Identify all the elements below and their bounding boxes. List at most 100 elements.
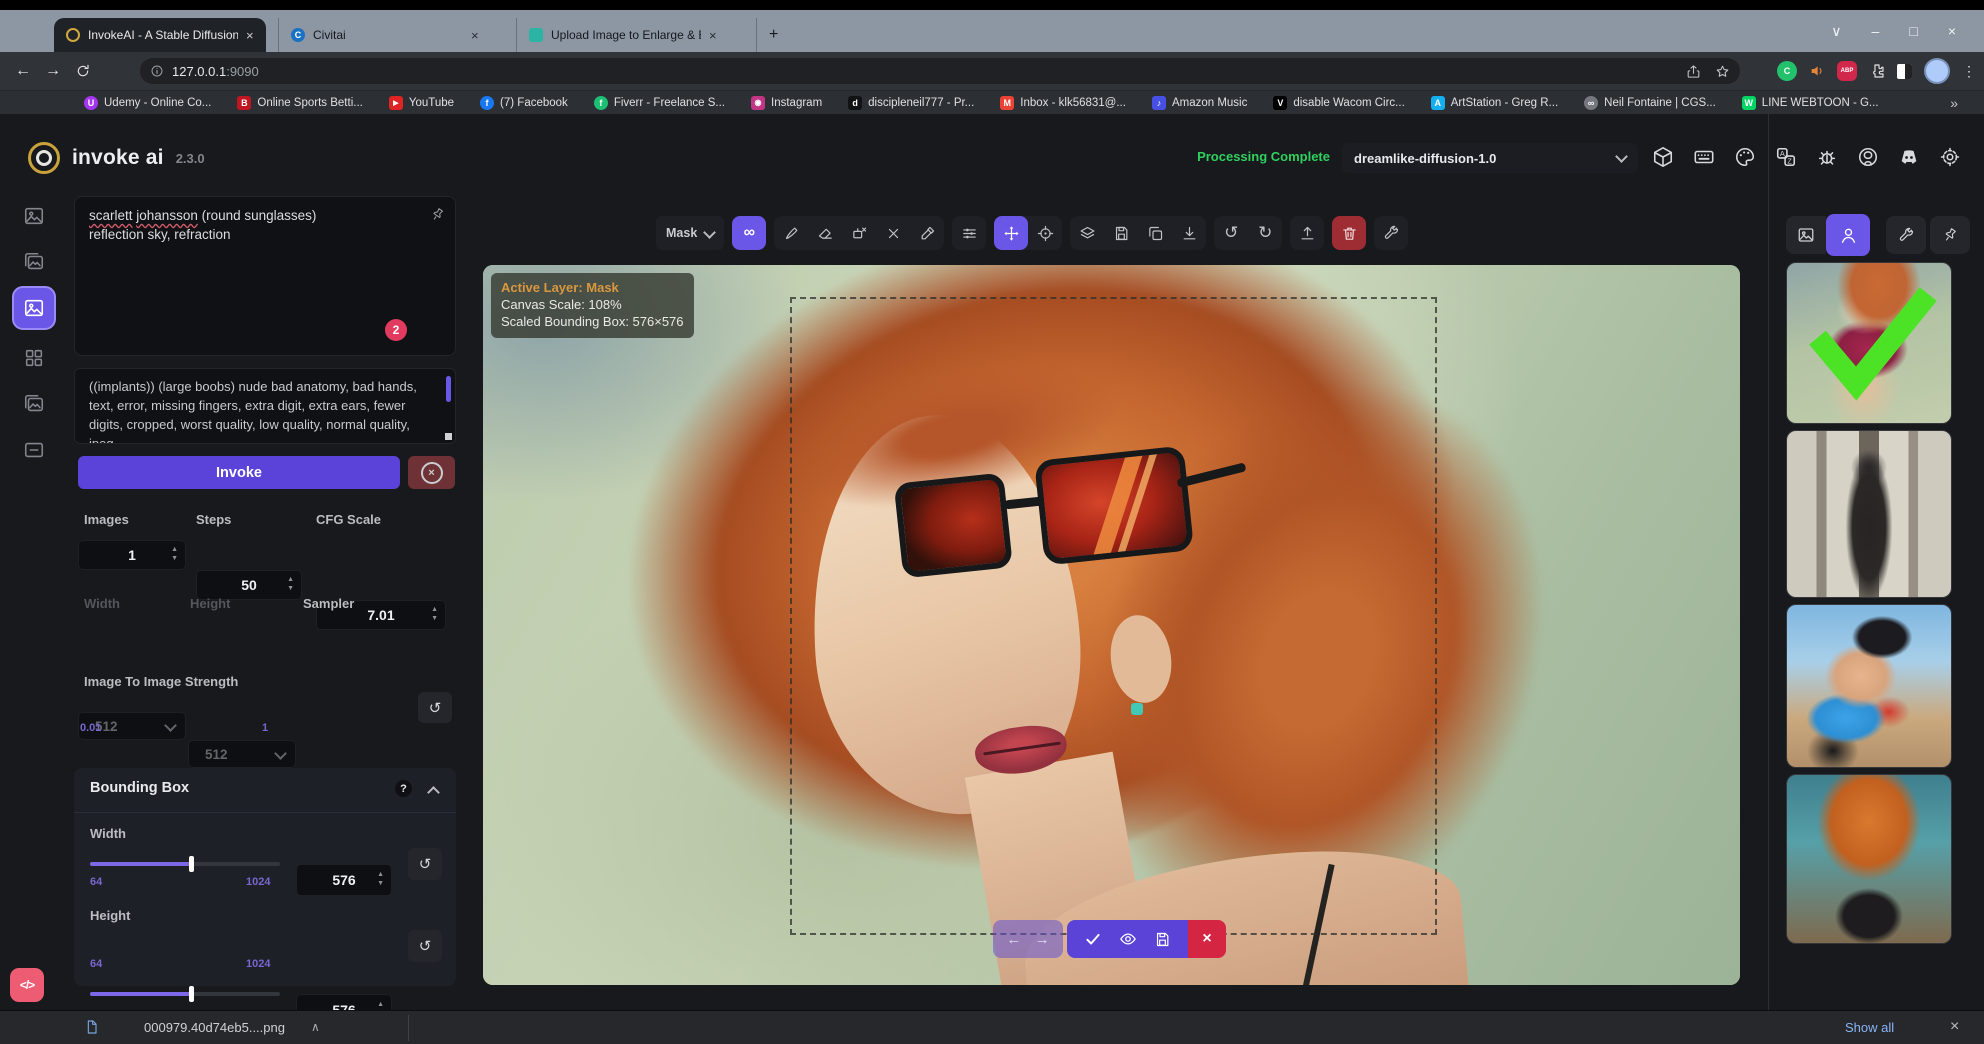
minimize-button[interactable]: – (1872, 23, 1880, 39)
invoke-button[interactable]: Invoke (78, 456, 400, 489)
brush-tool-button[interactable] (774, 216, 808, 250)
height-select[interactable]: 512 (188, 740, 296, 768)
bookmark-item[interactable]: Vdisable Wacom Circ... (1273, 96, 1404, 110)
tab-close-icon[interactable]: × (471, 28, 479, 43)
darkreader-icon[interactable] (1897, 64, 1912, 79)
bookmark-item[interactable]: ∞Neil Fontaine | CGS... (1584, 96, 1716, 110)
accept-image-button[interactable] (1084, 930, 1102, 948)
tab-invokeai[interactable]: InvokeAI - A Stable Diffusion Too × (54, 18, 266, 52)
adblock-icon[interactable]: ABP (1837, 61, 1857, 81)
bookmark-item[interactable]: ♪Amazon Music (1152, 96, 1247, 110)
stepper[interactable]: ▲▼ (431, 601, 438, 629)
merge-visible-button[interactable] (1070, 216, 1104, 250)
report-bug-icon[interactable] (1816, 146, 1838, 168)
slider-handle[interactable] (189, 986, 194, 1002)
bb-height-reset-button[interactable]: ↺ (408, 930, 442, 962)
bb-width-slider[interactable] (90, 856, 280, 872)
bounding-box-selection[interactable] (790, 297, 1437, 935)
bookmark-item[interactable]: BOnline Sports Betti... (237, 96, 362, 110)
show-hide-image-button[interactable] (1119, 930, 1137, 948)
save-staging-button[interactable] (1154, 931, 1171, 948)
tab-unified-canvas[interactable] (12, 286, 56, 330)
bookmark-item[interactable]: MInbox - klk56831@... (1000, 96, 1126, 110)
bookmark-item[interactable]: WLINE WEBTOON - G... (1742, 96, 1879, 110)
mask-options-button[interactable]: ∞ (732, 216, 766, 250)
gallery-uploads-button[interactable] (1826, 214, 1870, 256)
tab-nodes[interactable] (16, 340, 52, 376)
stepper[interactable]: ▲▼ (377, 865, 384, 895)
language-translate-icon[interactable] (1775, 146, 1797, 168)
help-icon[interactable]: ? (395, 780, 412, 797)
github-icon[interactable] (1857, 146, 1879, 168)
bookmark-item[interactable]: f(7) Facebook (480, 96, 568, 110)
clear-mask-button[interactable] (876, 216, 910, 250)
reload-button[interactable] (68, 63, 98, 79)
images-input[interactable]: 1▲▼ (78, 540, 186, 570)
tab-post-processing[interactable] (16, 386, 52, 422)
extension-icon[interactable]: C (1777, 61, 1797, 81)
pin-icon[interactable] (427, 204, 448, 225)
bb-height-slider[interactable] (90, 986, 280, 1002)
reset-view-button[interactable] (1028, 216, 1062, 250)
pin-gallery-button[interactable] (1930, 216, 1970, 254)
bb-width-reset-button[interactable]: ↺ (408, 848, 442, 880)
eraser-tool-button[interactable] (808, 216, 842, 250)
theme-palette-icon[interactable] (1734, 146, 1756, 168)
gallery-thumbnail[interactable] (1786, 604, 1952, 768)
strength-reset-button[interactable]: ↺ (418, 692, 452, 723)
discard-staging-button[interactable]: × (1188, 920, 1226, 958)
download-image-button[interactable] (1172, 216, 1206, 250)
tab-training[interactable] (16, 432, 52, 468)
new-tab-button[interactable]: + (756, 18, 790, 52)
stepper[interactable]: ▲▼ (171, 541, 178, 569)
layer-select[interactable]: Mask (656, 216, 724, 250)
bookmark-item[interactable]: ddiscipleneil777 - Pr... (848, 96, 974, 110)
discord-icon[interactable] (1898, 146, 1920, 168)
copy-to-clipboard-button[interactable] (1138, 216, 1172, 250)
gallery-thumbnail[interactable] (1786, 430, 1952, 598)
profile-avatar[interactable] (1924, 58, 1950, 84)
slider-handle[interactable] (189, 856, 194, 872)
show-all-downloads-link[interactable]: Show all (1845, 1020, 1894, 1035)
share-icon[interactable] (1686, 64, 1701, 79)
resize-handle[interactable] (445, 433, 452, 440)
tab-civitai[interactable]: C Civitai × (278, 18, 516, 52)
site-info-icon[interactable] (150, 64, 164, 78)
bb-width-input[interactable]: 576▲▼ (296, 864, 392, 896)
gallery-settings-button[interactable] (1886, 216, 1926, 254)
close-button[interactable]: × (1948, 23, 1956, 39)
close-downloads-icon[interactable]: × (1950, 1018, 1959, 1036)
previous-image-button[interactable]: ← (1006, 931, 1021, 948)
gallery-thumbnail-selected[interactable] (1786, 262, 1952, 424)
next-image-button[interactable]: → (1035, 931, 1050, 948)
color-picker-button[interactable] (910, 216, 944, 250)
download-item[interactable]: 000979.40d74eb5....png ∧ (84, 1019, 320, 1035)
bookmark-item[interactable]: ▶YouTube (389, 96, 454, 110)
bookmark-item[interactable]: ◉Instagram (751, 96, 822, 110)
tab-close-icon[interactable]: × (246, 28, 254, 43)
bookmark-item[interactable]: AArtStation - Greg R... (1431, 96, 1558, 110)
gallery-thumbnail[interactable] (1786, 774, 1952, 944)
volume-extension-icon[interactable] (1809, 63, 1825, 79)
tabstrip-chevron-icon[interactable]: ∨ (1831, 23, 1841, 40)
gallery-generations-button[interactable] (1786, 216, 1826, 254)
model-manager-icon[interactable] (1652, 146, 1674, 168)
unified-canvas[interactable]: Active Layer: Mask Canvas Scale: 108% Sc… (483, 265, 1740, 985)
console-toggle-button[interactable]: </> (10, 968, 44, 1002)
tab-close-icon[interactable]: × (709, 28, 717, 43)
brush-options-button[interactable] (952, 216, 986, 250)
bookmark-item[interactable]: UUdemy - Online Co... (84, 96, 211, 110)
browser-menu-icon[interactable]: ⋮ (1962, 63, 1976, 80)
tab-image-to-image[interactable] (16, 244, 52, 280)
undo-button[interactable]: ↺ (1214, 216, 1248, 250)
clear-canvas-button[interactable] (1332, 216, 1366, 250)
upload-button[interactable] (1290, 216, 1324, 250)
tab-text-to-image[interactable] (16, 198, 52, 234)
maximize-button[interactable]: □ (1909, 23, 1917, 39)
scrollbar-thumb[interactable] (446, 376, 451, 402)
collapse-chevron-icon[interactable] (427, 786, 440, 799)
cancel-button[interactable]: × (408, 456, 455, 489)
settings-gear-icon[interactable] (1939, 146, 1961, 168)
hotkeys-keyboard-icon[interactable] (1693, 146, 1715, 168)
move-tool-button[interactable] (994, 216, 1028, 250)
